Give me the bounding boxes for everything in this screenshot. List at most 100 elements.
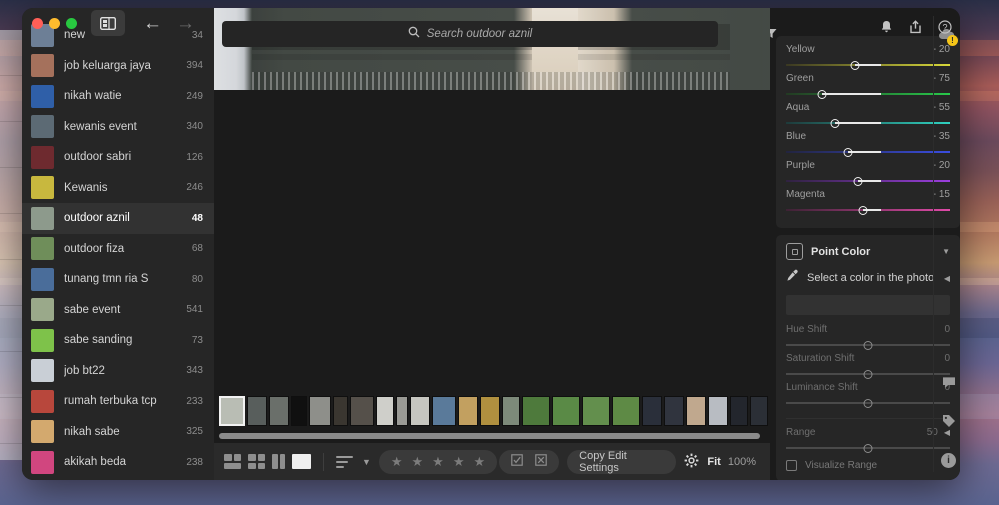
filmstrip-thumbnail[interactable]: [664, 396, 684, 426]
point-slider-knob[interactable]: [863, 369, 873, 379]
color-swatch-preview[interactable]: [786, 295, 950, 315]
grid-detail-icon[interactable]: [224, 454, 241, 469]
album-sidebar[interactable]: new 34 job keluarga jaya 394 nikah watie 249 k…: [22, 8, 214, 480]
minimize-button[interactable]: [49, 17, 60, 29]
album-row[interactable]: sabe event 541: [22, 295, 214, 326]
album-row[interactable]: outdoor aznil 48: [22, 203, 214, 234]
color-slider-row[interactable]: Purple - 20: [786, 160, 950, 187]
album-row[interactable]: job bt22 343: [22, 356, 214, 387]
filmstrip-thumbnail[interactable]: [410, 396, 430, 426]
zoom-controls[interactable]: Fit 100%: [707, 456, 760, 468]
color-slider-row[interactable]: Aqua - 55: [786, 102, 950, 129]
panel-toggle-button[interactable]: [91, 10, 125, 36]
color-slider-row[interactable]: Green - 75: [786, 73, 950, 100]
search-box[interactable]: Search outdoor aznil: [222, 21, 718, 47]
visualize-range-row[interactable]: Visualize Range: [786, 460, 950, 471]
sort-group[interactable]: ▼: [335, 455, 371, 468]
zoom-fit-button[interactable]: Fit: [707, 456, 720, 468]
album-row[interactable]: nikah sabe 325: [22, 417, 214, 448]
filmstrip-thumbnail[interactable]: [552, 396, 580, 426]
point-slider-track[interactable]: [786, 367, 950, 380]
flag-reject-icon[interactable]: [535, 454, 547, 469]
select-color-row[interactable]: Select a color in the photo ◀: [786, 269, 950, 287]
album-row[interactable]: outdoor sabri 126: [22, 142, 214, 173]
album-row[interactable]: akikah beda 238: [22, 447, 214, 478]
color-slider-track[interactable]: [786, 174, 950, 187]
filmstrip-thumbnail[interactable]: [730, 396, 748, 426]
filmstrip-thumbnail[interactable]: [750, 396, 768, 426]
color-slider-row[interactable]: Yellow - 20: [786, 44, 950, 71]
album-row[interactable]: rumah terbuka tcp 233: [22, 386, 214, 417]
color-slider-track[interactable]: [786, 58, 950, 71]
filmstrip-thumbnail[interactable]: [708, 396, 728, 426]
star-rating-1[interactable]: ★: [391, 454, 403, 470]
window-controls[interactable]: [32, 17, 77, 29]
view-mode-group[interactable]: [224, 454, 311, 469]
gear-icon[interactable]: [684, 453, 699, 471]
eyedropper-icon[interactable]: [786, 269, 799, 287]
point-color-slider-row[interactable]: Hue Shift 0: [786, 324, 950, 351]
filmstrip-thumbnail[interactable]: [582, 396, 610, 426]
navigation-arrows[interactable]: ← →: [143, 14, 195, 33]
album-row[interactable]: tunang tmn ria S 80: [22, 264, 214, 295]
color-slider-row[interactable]: Blue - 35: [786, 131, 950, 158]
right-rail[interactable]: i: [941, 376, 956, 468]
share-icon[interactable]: [909, 20, 922, 37]
photo-viewer[interactable]: [214, 8, 770, 389]
point-color-slider-row[interactable]: Luminance Shift 0: [786, 382, 950, 409]
filmstrip-thumbnail[interactable]: [432, 396, 456, 426]
album-row[interactable]: job keluarga jaya 394: [22, 51, 214, 82]
point-color-slider-row[interactable]: Saturation Shift 0: [786, 353, 950, 380]
star-rating-3[interactable]: ★: [432, 454, 444, 470]
album-row[interactable]: outdoor fiza 68: [22, 234, 214, 265]
sort-icon[interactable]: [335, 455, 353, 468]
point-color-header[interactable]: Point Color ▼: [786, 243, 950, 260]
filter-icon[interactable]: [770, 28, 777, 42]
star-rating-4[interactable]: ★: [453, 454, 465, 470]
chevron-down-icon[interactable]: ▼: [942, 247, 950, 256]
album-row[interactable]: sabe sanding 73: [22, 325, 214, 356]
filmstrip-thumbnail[interactable]: [291, 396, 307, 426]
single-photo-icon[interactable]: [292, 454, 311, 469]
star-rating-2[interactable]: ★: [412, 454, 424, 470]
help-icon[interactable]: ?: [938, 20, 952, 37]
filmstrip-thumbnail[interactable]: [269, 396, 289, 426]
flag-pick-icon[interactable]: [511, 454, 523, 469]
copy-edit-settings-button[interactable]: Copy Edit Settings: [567, 449, 677, 474]
filmstrip-scroll-thumb[interactable]: [219, 433, 760, 439]
back-button[interactable]: ←: [143, 14, 162, 33]
album-row[interactable]: Kewanis 246: [22, 173, 214, 204]
tag-icon[interactable]: [942, 414, 956, 431]
color-slider-track[interactable]: [786, 145, 950, 158]
filmstrip[interactable]: [214, 389, 770, 433]
filmstrip-thumbnail[interactable]: [350, 396, 374, 426]
album-row[interactable]: nikah watie 249: [22, 81, 214, 112]
point-slider-track[interactable]: [786, 396, 950, 409]
color-slider-row[interactable]: Magenta - 15: [786, 189, 950, 216]
zoom-percent-label[interactable]: 100%: [728, 456, 756, 468]
color-slider-track[interactable]: [786, 116, 950, 129]
close-button[interactable]: [32, 17, 43, 29]
flag-group[interactable]: [499, 449, 560, 474]
bell-icon[interactable]: [880, 20, 893, 37]
filmstrip-thumbnail[interactable]: [247, 396, 267, 426]
filmstrip-thumbnail[interactable]: [612, 396, 640, 426]
triangle-left-icon[interactable]: ◀: [944, 274, 950, 283]
rating-stars[interactable]: ★ ★ ★ ★ ★: [378, 449, 498, 474]
right-panel[interactable]: ? Yellow - 20 Green - 75 Aqua - 55 Blue - 35 Pur…: [770, 8, 960, 480]
album-row[interactable]: kewanis event 340: [22, 112, 214, 143]
color-slider-knob[interactable]: [850, 60, 860, 70]
chevron-down-icon[interactable]: ▼: [362, 457, 371, 467]
search-input[interactable]: Search outdoor aznil: [427, 28, 532, 40]
checkbox-icon[interactable]: [786, 460, 797, 471]
bottom-toolbar[interactable]: ▼ ★ ★ ★ ★ ★ Copy Edit Settings Fit 100%: [214, 442, 770, 480]
color-slider-track[interactable]: [786, 87, 950, 100]
filmstrip-thumbnail[interactable]: [309, 396, 331, 426]
range-slider-track[interactable]: [786, 441, 950, 454]
filmstrip-thumbnail[interactable]: [642, 396, 662, 426]
search-bar[interactable]: Search outdoor aznil: [222, 21, 718, 47]
grid-icon[interactable]: [248, 454, 265, 469]
filmstrip-thumbnail[interactable]: [219, 396, 245, 426]
filmstrip-scrollbar[interactable]: [214, 433, 770, 442]
filmstrip-thumbnail[interactable]: [480, 396, 500, 426]
